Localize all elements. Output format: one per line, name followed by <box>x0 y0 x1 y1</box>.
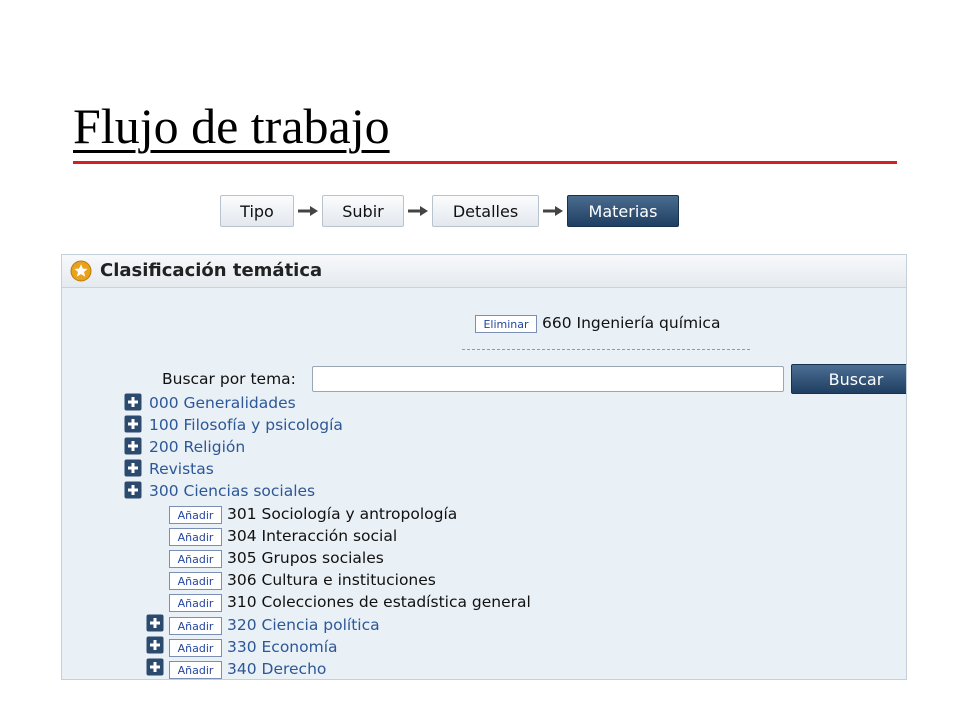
add-subject-button[interactable]: Añadir <box>169 594 222 612</box>
subject-306: 306 Cultura e instituciones <box>227 571 436 589</box>
step-subir[interactable]: Subir <box>322 195 404 227</box>
expand-plus-icon[interactable] <box>146 614 164 632</box>
expand-plus-icon[interactable] <box>124 481 142 499</box>
workflow-steps: Tipo Subir Detalles Materias <box>220 194 679 228</box>
add-subject-button[interactable]: Añadir <box>169 506 222 524</box>
add-subject-button[interactable]: Añadir <box>169 639 222 657</box>
panel-title: Clasificación temática <box>100 260 323 281</box>
tree-item-revistas[interactable]: Revistas <box>149 460 214 478</box>
expand-plus-icon[interactable] <box>146 636 164 654</box>
add-subject-button[interactable]: Añadir <box>169 572 222 590</box>
remove-subject-button[interactable]: Eliminar <box>475 315 537 333</box>
expand-plus-icon[interactable] <box>146 658 164 676</box>
tree-item-330[interactable]: 330 Economía <box>227 638 338 656</box>
separator <box>462 349 750 350</box>
search-button[interactable]: Buscar <box>791 364 906 394</box>
expand-plus-icon[interactable] <box>124 415 142 433</box>
subject-classification-panel: Clasificación temática Eliminar 660 Inge… <box>61 254 907 680</box>
title-divider <box>73 161 897 164</box>
selected-subject: 660 Ingeniería química <box>542 314 721 332</box>
tree-item-100[interactable]: 100 Filosofía y psicología <box>149 416 343 434</box>
add-subject-button[interactable]: Añadir <box>169 528 222 546</box>
expand-plus-icon[interactable] <box>124 393 142 411</box>
tree-item-300[interactable]: 300 Ciencias sociales <box>149 482 315 500</box>
tree-item-320[interactable]: 320 Ciencia política <box>227 616 380 634</box>
slide-title: Flujo de trabajo <box>73 98 390 154</box>
step-materias[interactable]: Materias <box>567 195 679 227</box>
add-subject-button[interactable]: Añadir <box>169 550 222 568</box>
add-subject-button[interactable]: Añadir <box>169 617 222 635</box>
tree-item-000[interactable]: 000 Generalidades <box>149 394 296 412</box>
subject-305: 305 Grupos sociales <box>227 549 384 567</box>
panel-header: Clasificación temática <box>62 255 906 288</box>
arrow-right-icon <box>539 195 567 227</box>
arrow-right-icon <box>404 195 432 227</box>
subject-304: 304 Interacción social <box>227 527 398 545</box>
tree-item-340[interactable]: 340 Derecho <box>227 660 326 678</box>
subject-search-input[interactable] <box>312 366 784 392</box>
subject-310: 310 Colecciones de estadística general <box>227 593 531 611</box>
step-detalles[interactable]: Detalles <box>432 195 539 227</box>
star-icon <box>70 260 92 286</box>
step-tipo[interactable]: Tipo <box>220 195 294 227</box>
search-label: Buscar por tema: <box>162 370 296 388</box>
expand-plus-icon[interactable] <box>124 459 142 477</box>
add-subject-button[interactable]: Añadir <box>169 661 222 679</box>
tree-item-200[interactable]: 200 Religión <box>149 438 245 456</box>
subject-301: 301 Sociología y antropología <box>227 505 458 523</box>
arrow-right-icon <box>294 195 322 227</box>
expand-plus-icon[interactable] <box>124 437 142 455</box>
